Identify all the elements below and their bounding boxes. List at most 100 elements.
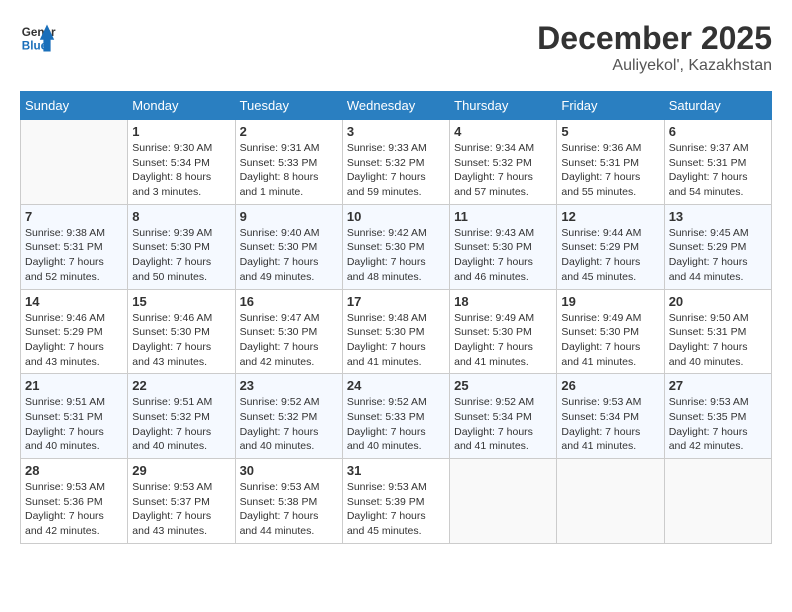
day-cell: 8 Sunrise: 9:39 AMSunset: 5:30 PMDaylight… (128, 204, 235, 289)
weekday-header-wednesday: Wednesday (342, 92, 449, 120)
day-number: 18 (454, 294, 552, 309)
day-number: 28 (25, 463, 123, 478)
day-cell: 17 Sunrise: 9:48 AMSunset: 5:30 PMDayligh… (342, 289, 449, 374)
day-number: 27 (669, 378, 767, 393)
day-cell: 10 Sunrise: 9:42 AMSunset: 5:30 PMDayligh… (342, 204, 449, 289)
location-subtitle: Auliyekol', Kazakhstan (537, 57, 772, 75)
day-number: 22 (132, 378, 230, 393)
day-info: Sunrise: 9:53 AMSunset: 5:38 PMDaylight:… (240, 480, 338, 539)
day-number: 12 (561, 209, 659, 224)
day-info: Sunrise: 9:44 AMSunset: 5:29 PMDaylight:… (561, 226, 659, 285)
day-info: Sunrise: 9:51 AMSunset: 5:31 PMDaylight:… (25, 395, 123, 454)
week-row-1: 1Sunrise: 9:30 AMSunset: 5:34 PMDaylight… (21, 120, 772, 205)
day-cell: 30 Sunrise: 9:53 AMSunset: 5:38 PMDayligh… (235, 459, 342, 544)
day-number: 9 (240, 209, 338, 224)
day-info: Sunrise: 9:49 AMSunset: 5:30 PMDaylight:… (561, 311, 659, 370)
day-cell: 7Sunrise: 9:38 AMSunset: 5:31 PMDaylight… (21, 204, 128, 289)
day-cell (557, 459, 664, 544)
day-cell: 6 Sunrise: 9:37 AMSunset: 5:31 PMDaylight… (664, 120, 771, 205)
day-cell: 12 Sunrise: 9:44 AMSunset: 5:29 PMDayligh… (557, 204, 664, 289)
day-number: 8 (132, 209, 230, 224)
day-number: 30 (240, 463, 338, 478)
day-info: Sunrise: 9:33 AMSunset: 5:32 PMDaylight:… (347, 141, 445, 200)
weekday-header-saturday: Saturday (664, 92, 771, 120)
day-cell: 21 Sunrise: 9:51 AMSunset: 5:31 PMDayligh… (21, 374, 128, 459)
day-cell: 1Sunrise: 9:30 AMSunset: 5:34 PMDaylight… (128, 120, 235, 205)
day-info: Sunrise: 9:40 AMSunset: 5:30 PMDaylight:… (240, 226, 338, 285)
week-row-3: 14 Sunrise: 9:46 AMSunset: 5:29 PMDayligh… (21, 289, 772, 374)
weekday-header-monday: Monday (128, 92, 235, 120)
day-cell: 4Sunrise: 9:34 AMSunset: 5:32 PMDaylight… (450, 120, 557, 205)
day-info: Sunrise: 9:51 AMSunset: 5:32 PMDaylight:… (132, 395, 230, 454)
day-number: 25 (454, 378, 552, 393)
day-number: 5 (561, 124, 659, 139)
weekday-header-row: SundayMondayTuesdayWednesdayThursdayFrid… (21, 92, 772, 120)
day-info: Sunrise: 9:46 AMSunset: 5:30 PMDaylight:… (132, 311, 230, 370)
day-number: 19 (561, 294, 659, 309)
day-cell (21, 120, 128, 205)
day-number: 7 (25, 209, 123, 224)
day-info: Sunrise: 9:39 AMSunset: 5:30 PMDaylight:… (132, 226, 230, 285)
day-cell: 29 Sunrise: 9:53 AMSunset: 5:37 PMDayligh… (128, 459, 235, 544)
day-number: 24 (347, 378, 445, 393)
day-info: Sunrise: 9:52 AMSunset: 5:32 PMDaylight:… (240, 395, 338, 454)
day-number: 20 (669, 294, 767, 309)
week-row-2: 7Sunrise: 9:38 AMSunset: 5:31 PMDaylight… (21, 204, 772, 289)
weekday-header-friday: Friday (557, 92, 664, 120)
day-cell: 28Sunrise: 9:53 AMSunset: 5:36 PMDayligh… (21, 459, 128, 544)
title-block: December 2025 Auliyekol', Kazakhstan (537, 20, 772, 75)
day-number: 1 (132, 124, 230, 139)
day-info: Sunrise: 9:45 AMSunset: 5:29 PMDaylight:… (669, 226, 767, 285)
day-number: 31 (347, 463, 445, 478)
day-info: Sunrise: 9:48 AMSunset: 5:30 PMDaylight:… (347, 311, 445, 370)
day-info: Sunrise: 9:37 AMSunset: 5:31 PMDaylight:… (669, 141, 767, 200)
day-cell: 24Sunrise: 9:52 AMSunset: 5:33 PMDayligh… (342, 374, 449, 459)
day-info: Sunrise: 9:53 AMSunset: 5:37 PMDaylight:… (132, 480, 230, 539)
day-cell: 3 Sunrise: 9:33 AMSunset: 5:32 PMDaylight… (342, 120, 449, 205)
day-number: 10 (347, 209, 445, 224)
week-row-5: 28Sunrise: 9:53 AMSunset: 5:36 PMDayligh… (21, 459, 772, 544)
day-cell: 23 Sunrise: 9:52 AMSunset: 5:32 PMDayligh… (235, 374, 342, 459)
calendar-table: SundayMondayTuesdayWednesdayThursdayFrid… (20, 91, 772, 544)
day-number: 2 (240, 124, 338, 139)
day-number: 3 (347, 124, 445, 139)
day-cell (450, 459, 557, 544)
day-cell: 27 Sunrise: 9:53 AMSunset: 5:35 PMDayligh… (664, 374, 771, 459)
day-info: Sunrise: 9:42 AMSunset: 5:30 PMDaylight:… (347, 226, 445, 285)
day-number: 13 (669, 209, 767, 224)
day-number: 17 (347, 294, 445, 309)
day-info: Sunrise: 9:52 AMSunset: 5:34 PMDaylight:… (454, 395, 552, 454)
day-cell: 26 Sunrise: 9:53 AMSunset: 5:34 PMDayligh… (557, 374, 664, 459)
day-cell: 11 Sunrise: 9:43 AMSunset: 5:30 PMDayligh… (450, 204, 557, 289)
day-number: 23 (240, 378, 338, 393)
day-info: Sunrise: 9:34 AMSunset: 5:32 PMDaylight:… (454, 141, 552, 200)
day-number: 29 (132, 463, 230, 478)
day-cell: 31 Sunrise: 9:53 AMSunset: 5:39 PMDayligh… (342, 459, 449, 544)
day-info: Sunrise: 9:31 AMSunset: 5:33 PMDaylight:… (240, 141, 338, 200)
day-cell: 25 Sunrise: 9:52 AMSunset: 5:34 PMDayligh… (450, 374, 557, 459)
day-cell: 20Sunrise: 9:50 AMSunset: 5:31 PMDayligh… (664, 289, 771, 374)
day-number: 16 (240, 294, 338, 309)
day-cell: 19 Sunrise: 9:49 AMSunset: 5:30 PMDayligh… (557, 289, 664, 374)
day-number: 14 (25, 294, 123, 309)
day-info: Sunrise: 9:47 AMSunset: 5:30 PMDaylight:… (240, 311, 338, 370)
logo: General Blue (20, 20, 56, 56)
day-info: Sunrise: 9:43 AMSunset: 5:30 PMDaylight:… (454, 226, 552, 285)
weekday-header-sunday: Sunday (21, 92, 128, 120)
day-number: 15 (132, 294, 230, 309)
logo-icon: General Blue (20, 20, 56, 56)
day-cell: 15 Sunrise: 9:46 AMSunset: 5:30 PMDayligh… (128, 289, 235, 374)
weekday-header-thursday: Thursday (450, 92, 557, 120)
day-info: Sunrise: 9:46 AMSunset: 5:29 PMDaylight:… (25, 311, 123, 370)
day-number: 11 (454, 209, 552, 224)
day-info: Sunrise: 9:53 AMSunset: 5:39 PMDaylight:… (347, 480, 445, 539)
day-number: 6 (669, 124, 767, 139)
day-number: 21 (25, 378, 123, 393)
day-cell: 16 Sunrise: 9:47 AMSunset: 5:30 PMDayligh… (235, 289, 342, 374)
day-info: Sunrise: 9:49 AMSunset: 5:30 PMDaylight:… (454, 311, 552, 370)
day-info: Sunrise: 9:53 AMSunset: 5:34 PMDaylight:… (561, 395, 659, 454)
day-info: Sunrise: 9:53 AMSunset: 5:35 PMDaylight:… (669, 395, 767, 454)
day-cell: 14 Sunrise: 9:46 AMSunset: 5:29 PMDayligh… (21, 289, 128, 374)
day-cell: 22 Sunrise: 9:51 AMSunset: 5:32 PMDayligh… (128, 374, 235, 459)
day-number: 26 (561, 378, 659, 393)
